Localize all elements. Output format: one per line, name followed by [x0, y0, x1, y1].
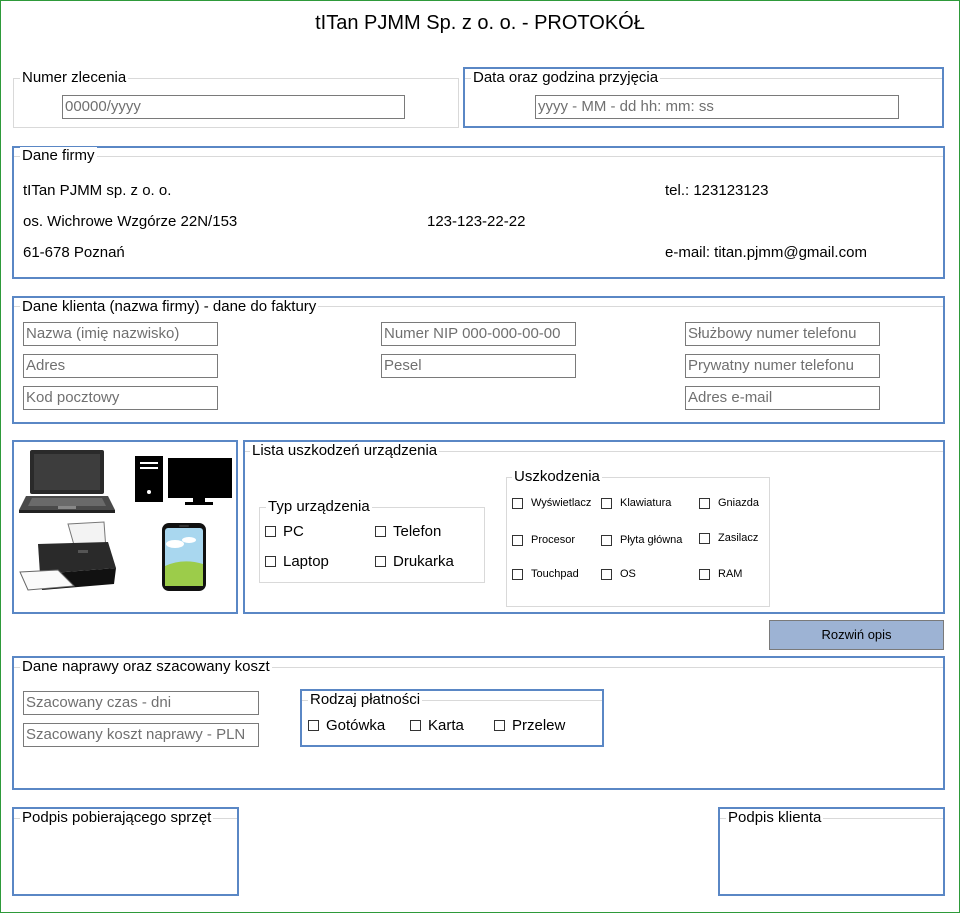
fault-psu[interactable]: Zasilacz — [699, 532, 758, 544]
page-title: tITan PJMM Sp. z o. o. - PROTOKÓŁ — [315, 12, 645, 34]
touchpad-checkbox[interactable] — [512, 568, 523, 580]
device-type-group — [259, 507, 485, 583]
faults-legend: Uszkodzenia — [512, 468, 602, 486]
client-name-input[interactable]: Nazwa (imię nazwisko) — [23, 322, 218, 346]
transfer-checkbox[interactable] — [494, 720, 505, 731]
expand-description-button[interactable]: Rozwiń opis — [769, 620, 944, 650]
company-street: os. Wichrowe Wzgórze 22N/153 — [23, 213, 238, 230]
device-type-legend: Typ urządzenia — [266, 498, 372, 516]
client-nip-input[interactable]: Numer NIP 000-000-00-00 — [381, 322, 576, 346]
phone-checkbox[interactable] — [375, 526, 386, 537]
client-legend: Dane klienta (nazwa firmy) - dane do fak… — [20, 298, 319, 316]
device-type-phone[interactable]: Telefon — [375, 523, 441, 540]
company-phone: tel.: 123123123 — [665, 182, 769, 199]
fault-display[interactable]: Wyświetlacz — [512, 497, 591, 509]
company-email: e-mail: titan.pjmm@gmail.com — [665, 244, 867, 261]
fault-cpu[interactable]: Procesor — [512, 534, 575, 546]
client-email-input[interactable]: Adres e-mail — [685, 386, 880, 410]
fault-ram[interactable]: RAM — [699, 568, 742, 580]
motherboard-checkbox[interactable] — [601, 534, 612, 546]
fault-os[interactable]: OS — [601, 568, 636, 580]
client-pesel-input[interactable]: Pesel — [381, 354, 576, 378]
damage-legend: Lista uszkodzeń urządzenia — [250, 442, 440, 460]
client-signature-legend: Podpis klienta — [726, 809, 824, 827]
smartphone-icon[interactable] — [161, 522, 207, 592]
laptop-checkbox[interactable] — [265, 556, 276, 567]
desktop-computer-icon[interactable] — [135, 456, 233, 506]
card-checkbox[interactable] — [410, 720, 421, 731]
display-checkbox[interactable] — [512, 497, 523, 509]
repair-time-input[interactable]: Szacowany czas - dni — [23, 691, 259, 715]
company-legend: Dane firmy — [20, 147, 97, 165]
client-private-phone-input[interactable]: Prywatny numer telefonu — [685, 354, 880, 378]
payment-cash[interactable]: Gotówka — [308, 717, 385, 734]
repair-legend: Dane naprawy oraz szacowany koszt — [20, 658, 272, 676]
order-number-input[interactable]: 00000/yyyy — [62, 95, 405, 119]
printer-icon[interactable] — [18, 520, 118, 592]
device-type-pc[interactable]: PC — [265, 523, 304, 540]
order-legend: Numer zlecenia — [20, 69, 129, 87]
pc-checkbox[interactable] — [265, 526, 276, 537]
keyboard-checkbox[interactable] — [601, 497, 612, 509]
payment-transfer[interactable]: Przelew — [494, 717, 565, 734]
laptop-icon[interactable] — [18, 448, 116, 514]
payment-card[interactable]: Karta — [410, 717, 464, 734]
fault-keyboard[interactable]: Klawiatura — [601, 497, 671, 509]
psu-checkbox[interactable] — [699, 532, 710, 544]
payment-legend: Rodzaj płatności — [308, 691, 423, 709]
client-work-phone-input[interactable]: Służbowy numer telefonu — [685, 322, 880, 346]
fault-motherboard[interactable]: Płyta główna — [601, 534, 682, 546]
client-zip-input[interactable]: Kod pocztowy — [23, 386, 218, 410]
cash-checkbox[interactable] — [308, 720, 319, 731]
ram-checkbox[interactable] — [699, 568, 710, 580]
received-legend: Data oraz godzina przyjęcia — [471, 69, 661, 87]
device-type-printer[interactable]: Drukarka — [375, 553, 454, 570]
cpu-checkbox[interactable] — [512, 534, 523, 546]
fault-touchpad[interactable]: Touchpad — [512, 568, 579, 580]
client-address-input[interactable]: Adres — [23, 354, 218, 378]
receiver-signature-legend: Podpis pobierającego sprzęt — [20, 809, 214, 827]
os-checkbox[interactable] — [601, 568, 612, 580]
fault-ports[interactable]: Gniazda — [699, 497, 759, 509]
company-name: tITan PJMM sp. z o. o. — [23, 182, 172, 199]
printer-checkbox[interactable] — [375, 556, 386, 567]
repair-cost-input[interactable]: Szacowany koszt naprawy - PLN — [23, 723, 259, 747]
ports-checkbox[interactable] — [699, 497, 710, 509]
device-type-laptop[interactable]: Laptop — [265, 553, 329, 570]
company-nip: 123-123-22-22 — [427, 213, 526, 230]
received-datetime-input[interactable]: yyyy - MM - dd hh: mm: ss — [535, 95, 899, 119]
company-city: 61-678 Poznań — [23, 244, 125, 261]
